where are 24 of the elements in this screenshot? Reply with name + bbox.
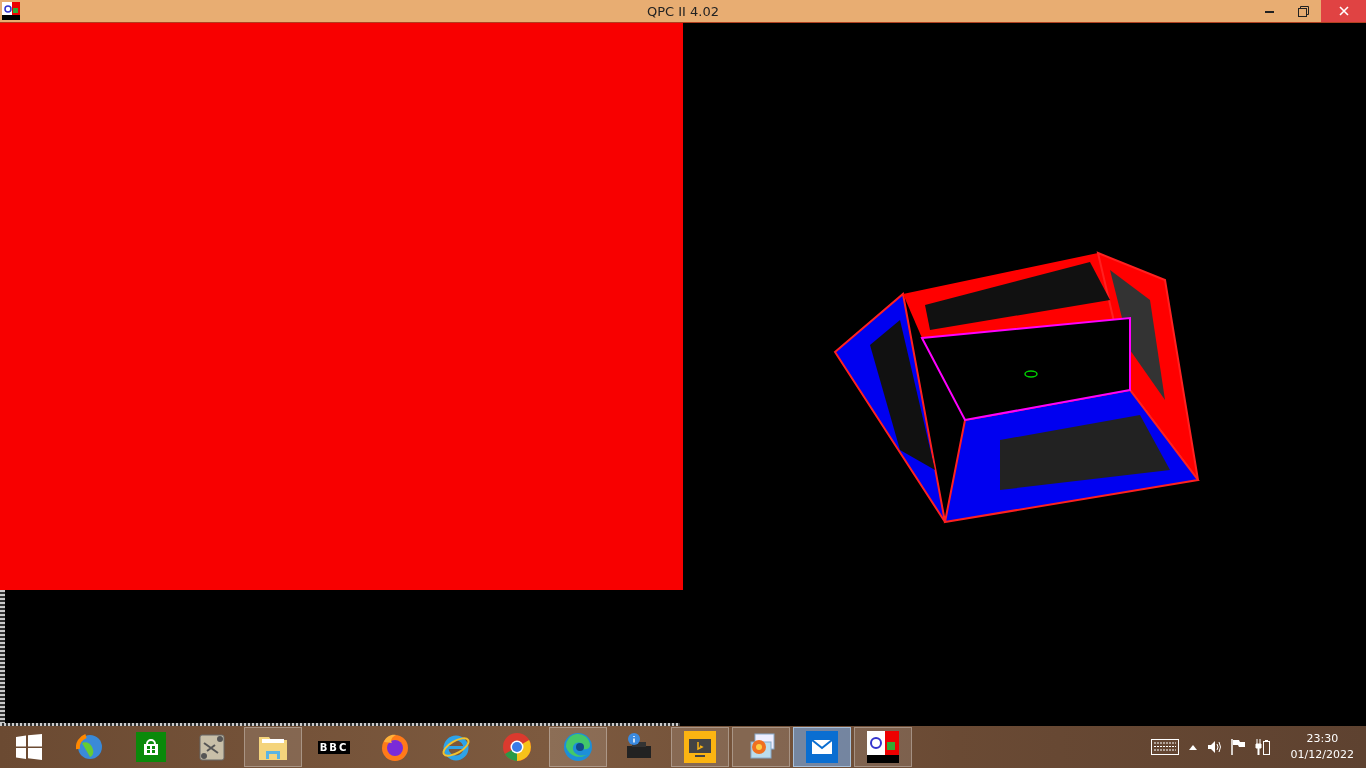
clock[interactable]: 23:30 01/12/2022 bbox=[1290, 731, 1354, 763]
monitor-icon bbox=[684, 731, 716, 763]
globe-icon bbox=[76, 733, 104, 761]
battery-icon bbox=[1254, 739, 1271, 755]
keyboard-icon bbox=[1150, 739, 1179, 755]
taskbar-button[interactable]: BBC bbox=[305, 727, 363, 767]
edge-icon bbox=[563, 732, 593, 762]
clock-time: 23:30 bbox=[1306, 731, 1339, 747]
minimize-icon bbox=[1265, 9, 1275, 13]
app-icon bbox=[867, 731, 899, 763]
restore-icon bbox=[1297, 5, 1309, 17]
bbc-logo: BBC bbox=[317, 740, 351, 754]
window-title: QPC II 4.02 bbox=[646, 3, 720, 19]
store-icon bbox=[136, 732, 166, 762]
chrome-icon bbox=[502, 732, 532, 762]
chevron-up-icon bbox=[1188, 744, 1197, 750]
speaker-icon bbox=[1206, 740, 1221, 754]
app-icon bbox=[2, 2, 20, 20]
mail-icon bbox=[806, 731, 838, 763]
clock-date: 01/12/2022 bbox=[1290, 747, 1354, 763]
firefox-icon bbox=[380, 732, 410, 762]
close-icon bbox=[1338, 6, 1349, 16]
flag-icon bbox=[1230, 739, 1245, 755]
windows-icon bbox=[16, 734, 42, 760]
